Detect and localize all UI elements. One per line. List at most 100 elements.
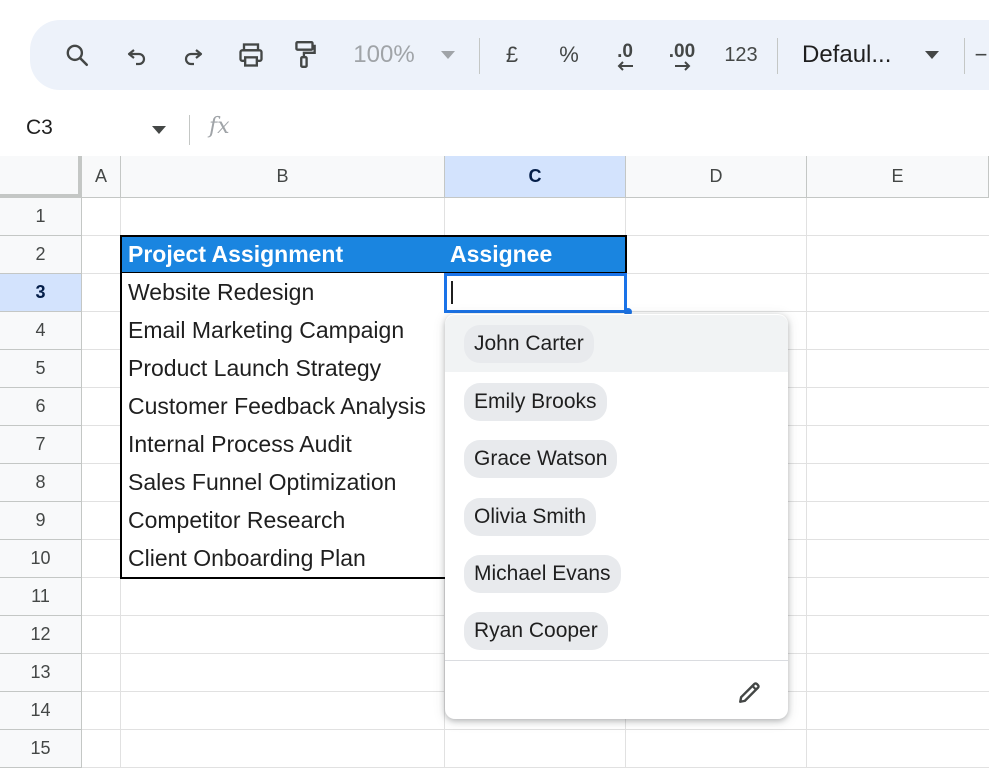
dropdown-option[interactable]: Michael Evans bbox=[445, 545, 788, 602]
column-label: B bbox=[276, 166, 289, 186]
dropdown-option[interactable]: Emily Brooks bbox=[445, 373, 788, 430]
row-label: 1 bbox=[35, 206, 46, 226]
percent-format-button[interactable]: % bbox=[556, 20, 582, 90]
currency-symbol: £ bbox=[505, 42, 519, 67]
active-cell-c3[interactable] bbox=[444, 273, 627, 313]
row-label: 6 bbox=[35, 396, 46, 416]
project-cell[interactable]: Sales Funnel Optimization bbox=[120, 463, 446, 503]
row-label: 10 bbox=[30, 548, 51, 568]
project-name: Email Marketing Campaign bbox=[128, 316, 405, 343]
search-icon[interactable] bbox=[60, 20, 94, 90]
font-select[interactable]: Defaul... bbox=[802, 20, 906, 90]
column-label: E bbox=[891, 166, 904, 186]
row-header[interactable]: 7 bbox=[0, 426, 82, 464]
row-label: 2 bbox=[35, 244, 46, 264]
row-header[interactable]: 15 bbox=[0, 730, 82, 768]
row-header[interactable]: 4 bbox=[0, 312, 82, 350]
dropdown-option[interactable]: John Carter bbox=[445, 315, 788, 372]
option-chip: Olivia Smith bbox=[464, 497, 597, 536]
dropdown-divider bbox=[445, 660, 788, 661]
minus-icon[interactable]: − bbox=[974, 20, 988, 90]
option-chip: John Carter bbox=[464, 324, 594, 363]
name-box[interactable]: C3 bbox=[26, 116, 53, 140]
header-cell-project[interactable]: Project Assignment bbox=[120, 235, 446, 274]
decrease-decimal-button[interactable]: .0 bbox=[608, 20, 642, 90]
row-header[interactable]: 11 bbox=[0, 578, 82, 616]
percent-symbol: % bbox=[559, 42, 579, 67]
project-cell[interactable]: Competitor Research bbox=[120, 501, 446, 541]
edit-pencil-icon[interactable] bbox=[735, 677, 765, 707]
row-label: 14 bbox=[30, 700, 51, 720]
fx-icon: fx bbox=[209, 114, 230, 139]
project-cell[interactable]: Website Redesign bbox=[120, 273, 446, 313]
redo-icon[interactable] bbox=[178, 20, 208, 90]
row-header[interactable]: 13 bbox=[0, 654, 82, 692]
zoom-caret-icon[interactable] bbox=[438, 20, 458, 90]
option-chip: Michael Evans bbox=[464, 554, 621, 593]
dropdown-option[interactable]: Ryan Cooper bbox=[445, 602, 788, 659]
header-label: Project Assignment bbox=[128, 241, 344, 267]
project-name: Sales Funnel Optimization bbox=[128, 468, 397, 495]
header-cell-assignee[interactable]: Assignee bbox=[444, 235, 627, 274]
select-all-corner[interactable] bbox=[0, 156, 82, 198]
column-label: C bbox=[528, 166, 542, 186]
column-header-c[interactable]: C bbox=[445, 156, 626, 198]
column-header-b[interactable]: B bbox=[121, 156, 445, 198]
project-name: Customer Feedback Analysis bbox=[128, 392, 426, 419]
project-cell[interactable]: Product Launch Strategy bbox=[120, 349, 446, 389]
row-label: 8 bbox=[35, 472, 46, 492]
toolbar-divider bbox=[479, 38, 480, 74]
text-cursor bbox=[451, 281, 453, 304]
row-header[interactable]: 10 bbox=[0, 540, 82, 578]
project-name: Competitor Research bbox=[128, 506, 346, 533]
option-chip: Grace Watson bbox=[464, 439, 618, 478]
undo-icon[interactable] bbox=[122, 20, 152, 90]
project-cell[interactable]: Client Onboarding Plan bbox=[120, 539, 446, 579]
gridline bbox=[82, 729, 989, 730]
row-header[interactable]: 5 bbox=[0, 350, 82, 388]
row-header[interactable]: 8 bbox=[0, 464, 82, 502]
font-caret-icon[interactable] bbox=[922, 20, 942, 90]
increase-decimal-button[interactable]: .00 bbox=[664, 20, 700, 90]
row-header[interactable]: 9 bbox=[0, 502, 82, 540]
paint-format-icon[interactable] bbox=[290, 20, 320, 90]
project-name: Internal Process Audit bbox=[128, 430, 352, 457]
row-header[interactable]: 3 bbox=[0, 274, 82, 312]
column-header-d[interactable]: D bbox=[626, 156, 807, 198]
project-cell[interactable]: Customer Feedback Analysis bbox=[120, 387, 446, 427]
project-cell[interactable]: Internal Process Audit bbox=[120, 425, 446, 465]
row-header[interactable]: 1 bbox=[0, 198, 82, 236]
project-name: Website Redesign bbox=[128, 278, 315, 305]
row-label: 5 bbox=[35, 358, 46, 378]
toolbar-divider bbox=[777, 38, 778, 74]
project-cell[interactable]: Email Marketing Campaign bbox=[120, 311, 446, 351]
dropdown-option[interactable]: Olivia Smith bbox=[445, 488, 788, 545]
column-header-a[interactable]: A bbox=[82, 156, 121, 198]
arrow-left-icon bbox=[617, 61, 633, 71]
row-label: 7 bbox=[35, 434, 46, 454]
row-label: 9 bbox=[35, 510, 46, 530]
name-box-caret-icon[interactable] bbox=[152, 126, 166, 134]
currency-format-button[interactable]: £ bbox=[500, 20, 524, 90]
toolbar: 100% £ % .0 .00 123 Defaul... − bbox=[30, 20, 989, 90]
row-header[interactable]: 6 bbox=[0, 388, 82, 426]
gridline bbox=[806, 198, 807, 768]
row-header[interactable]: 2 bbox=[0, 236, 82, 274]
project-name: Product Launch Strategy bbox=[128, 354, 382, 381]
dropdown-option[interactable]: Grace Watson bbox=[445, 430, 788, 487]
row-header[interactable]: 14 bbox=[0, 692, 82, 730]
toolbar-divider bbox=[964, 38, 965, 74]
number-format-label: 123 bbox=[724, 43, 758, 66]
row-label: 12 bbox=[30, 624, 51, 644]
column-label: D bbox=[709, 166, 723, 186]
cell-reference: C3 bbox=[26, 116, 53, 139]
more-formats-button[interactable]: 123 bbox=[722, 20, 760, 90]
row-header[interactable]: 12 bbox=[0, 616, 82, 654]
zoom-value: 100% bbox=[353, 41, 415, 68]
zoom-select[interactable]: 100% bbox=[348, 20, 420, 90]
column-header-e[interactable]: E bbox=[807, 156, 989, 198]
decrease-decimal-label: .0 bbox=[617, 41, 633, 62]
arrow-right-icon bbox=[675, 61, 691, 71]
row-label: 13 bbox=[30, 662, 51, 682]
print-icon[interactable] bbox=[234, 20, 268, 90]
